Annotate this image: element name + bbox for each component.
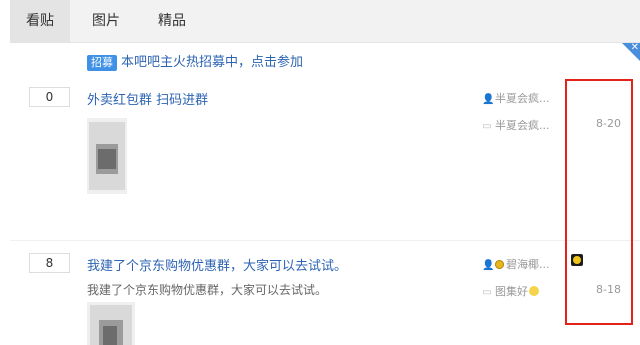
tab-images[interactable]: 图片	[76, 0, 136, 43]
thread-tab-bar: 看贴 图片 精品	[10, 0, 640, 43]
moderator-recruit-banner[interactable]: 招募 本吧吧主火热招募中，点击参加	[87, 53, 303, 71]
reply-count: 0	[29, 87, 70, 107]
user-icon: 👤	[482, 260, 495, 271]
comment-icon: ▭	[482, 287, 492, 298]
sunflower-icon	[495, 260, 504, 269]
recruit-link[interactable]: 本吧吧主火热招募中，点击参加	[121, 55, 303, 70]
last-reply-user[interactable]: ▭ 半夏会疯...	[482, 117, 549, 133]
comment-icon: ▭	[482, 121, 492, 132]
thread-thumbnail[interactable]	[87, 118, 127, 194]
highlight-annotation-box	[565, 79, 633, 325]
reply-count: 8	[29, 253, 70, 273]
thread-author[interactable]: 👤半夏会疯...	[482, 90, 550, 106]
tab-threads[interactable]: 看贴	[10, 0, 70, 43]
user-icon: 👤	[482, 94, 495, 105]
emoji-icon	[529, 286, 539, 296]
thread-divider	[10, 240, 640, 241]
last-reply-user[interactable]: ▭ 图集好	[482, 283, 539, 299]
thread-excerpt: 我建了个京东购物优惠群，大家可以去试试。	[87, 283, 328, 297]
thread-title[interactable]: 我建了个京东购物优惠群，大家可以去试试。	[87, 255, 347, 274]
tab-featured[interactable]: 精品	[140, 0, 204, 43]
thread-author[interactable]: 👤 碧海椰...	[482, 256, 550, 272]
recruit-badge: 招募	[87, 54, 117, 71]
thread-title[interactable]: 外卖红包群 扫码进群	[87, 89, 208, 108]
close-icon[interactable]: ✕	[631, 42, 639, 54]
thread-thumbnail[interactable]	[87, 302, 135, 345]
